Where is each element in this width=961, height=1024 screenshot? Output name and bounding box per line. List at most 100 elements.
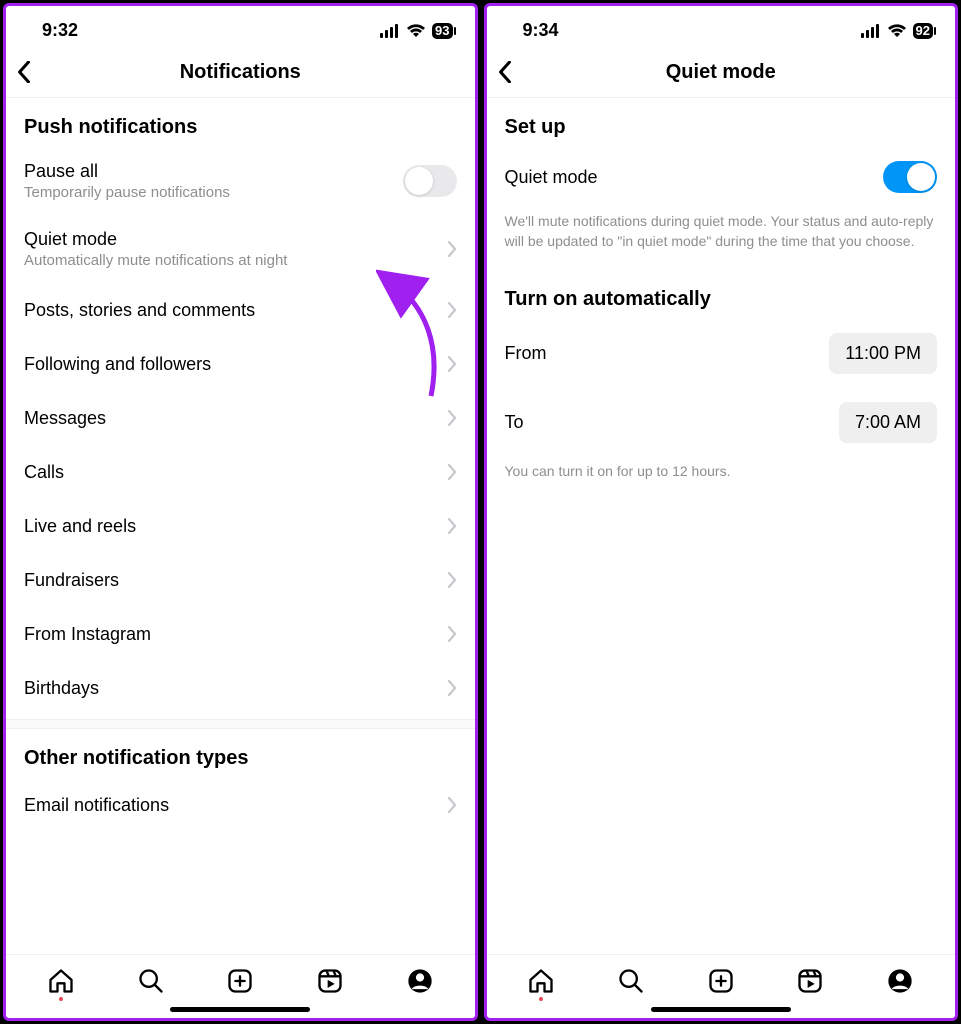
- chevron-left-icon: [16, 61, 32, 83]
- new-post-icon: [707, 967, 735, 995]
- search-icon: [137, 967, 165, 995]
- row-to: To 7:00 AM: [487, 388, 956, 457]
- chevron-right-icon: [447, 680, 457, 696]
- quiet-mode-label: Quiet mode: [24, 229, 447, 250]
- row-quiet-mode-toggle[interactable]: Quiet mode: [487, 147, 956, 207]
- chevron-right-icon: [447, 241, 457, 257]
- tab-home[interactable]: [16, 967, 106, 995]
- quiet-mode-label: Quiet mode: [505, 167, 884, 188]
- notification-dot-icon: [59, 997, 63, 1001]
- page-title: Notifications: [6, 61, 475, 84]
- status-bar: 9:34 92: [487, 6, 956, 47]
- from-label: From: [505, 343, 830, 364]
- page-title: Quiet mode: [487, 61, 956, 84]
- chevron-right-icon: [447, 626, 457, 642]
- pause-all-sub: Temporarily pause notifications: [24, 184, 403, 201]
- row-label: Posts, stories and comments: [24, 300, 447, 321]
- reels-icon: [796, 967, 824, 995]
- cellular-icon: [861, 24, 881, 38]
- chevron-right-icon: [447, 356, 457, 372]
- row-label: Messages: [24, 408, 447, 429]
- notifications-content: Push notifications Pause all Temporarily…: [6, 98, 475, 954]
- chevron-left-icon: [497, 61, 513, 83]
- quiet-mode-content: Set up Quiet mode We'll mute notificatio…: [487, 98, 956, 954]
- row-label: Following and followers: [24, 354, 447, 375]
- battery-icon: 92: [913, 23, 933, 39]
- home-indicator: [170, 1007, 310, 1012]
- row-posts-stories-comments[interactable]: Posts, stories and comments: [6, 283, 475, 337]
- row-pause-all[interactable]: Pause all Temporarily pause notification…: [6, 147, 475, 215]
- row-from-instagram[interactable]: From Instagram: [6, 607, 475, 661]
- setup-title: Set up: [487, 98, 956, 147]
- row-label: Fundraisers: [24, 570, 447, 591]
- nav-header: Quiet mode: [487, 47, 956, 98]
- quiet-mode-toggle[interactable]: [883, 161, 937, 193]
- wifi-icon: [887, 24, 907, 38]
- tab-search[interactable]: [106, 967, 196, 995]
- battery-icon: 93: [432, 23, 452, 39]
- row-live-reels[interactable]: Live and reels: [6, 499, 475, 553]
- status-indicators: 92: [861, 23, 933, 39]
- tab-profile[interactable]: [375, 967, 465, 995]
- section-other-title: Other notification types: [6, 729, 475, 778]
- chevron-right-icon: [447, 464, 457, 480]
- row-label: Live and reels: [24, 516, 447, 537]
- row-following-followers[interactable]: Following and followers: [6, 337, 475, 391]
- pause-all-toggle[interactable]: [403, 165, 457, 197]
- notification-dot-icon: [539, 997, 543, 1001]
- home-icon: [527, 967, 555, 995]
- to-label: To: [505, 412, 839, 433]
- reels-icon: [316, 967, 344, 995]
- back-button[interactable]: [497, 61, 531, 83]
- row-label: Calls: [24, 462, 447, 483]
- row-email-notifications[interactable]: Email notifications: [6, 778, 475, 832]
- phone-right-quiet-mode: 9:34 92 Quiet mode Set up Quiet mode We'…: [484, 3, 959, 1021]
- row-label: Email notifications: [24, 795, 447, 816]
- tab-new-post[interactable]: [676, 967, 766, 995]
- tab-search[interactable]: [586, 967, 676, 995]
- back-button[interactable]: [16, 61, 50, 83]
- tab-reels[interactable]: [285, 967, 375, 995]
- pause-all-label: Pause all: [24, 161, 403, 182]
- auto-title: Turn on automatically: [487, 262, 956, 319]
- row-messages[interactable]: Messages: [6, 391, 475, 445]
- status-time: 9:32: [42, 20, 78, 41]
- status-bar: 9:32 93: [6, 6, 475, 47]
- row-label: Birthdays: [24, 678, 447, 699]
- home-indicator: [651, 1007, 791, 1012]
- nav-header: Notifications: [6, 47, 475, 98]
- row-birthdays[interactable]: Birthdays: [6, 661, 475, 715]
- status-time: 9:34: [523, 20, 559, 41]
- row-calls[interactable]: Calls: [6, 445, 475, 499]
- profile-icon: [886, 967, 914, 995]
- section-divider: [6, 719, 475, 729]
- quiet-mode-description: We'll mute notifications during quiet mo…: [487, 207, 956, 262]
- chevron-right-icon: [447, 410, 457, 426]
- limit-note: You can turn it on for up to 12 hours.: [487, 457, 956, 491]
- home-icon: [47, 967, 75, 995]
- chevron-right-icon: [447, 518, 457, 534]
- wifi-icon: [406, 24, 426, 38]
- tab-new-post[interactable]: [195, 967, 285, 995]
- cellular-icon: [380, 24, 400, 38]
- tab-bar: [487, 954, 956, 999]
- chevron-right-icon: [447, 572, 457, 588]
- row-label: From Instagram: [24, 624, 447, 645]
- to-time-picker[interactable]: 7:00 AM: [839, 402, 937, 443]
- row-from: From 11:00 PM: [487, 319, 956, 388]
- quiet-mode-sub: Automatically mute notifications at nigh…: [24, 252, 447, 269]
- tab-bar: [6, 954, 475, 999]
- from-time-picker[interactable]: 11:00 PM: [829, 333, 937, 374]
- phone-left-notifications: 9:32 93 Notifications Push notifications…: [3, 3, 478, 1021]
- search-icon: [617, 967, 645, 995]
- tab-home[interactable]: [497, 967, 587, 995]
- tab-profile[interactable]: [855, 967, 945, 995]
- tab-reels[interactable]: [766, 967, 856, 995]
- row-fundraisers[interactable]: Fundraisers: [6, 553, 475, 607]
- chevron-right-icon: [447, 302, 457, 318]
- profile-icon: [406, 967, 434, 995]
- section-push-title: Push notifications: [6, 98, 475, 147]
- row-quiet-mode[interactable]: Quiet mode Automatically mute notificati…: [6, 215, 475, 283]
- new-post-icon: [226, 967, 254, 995]
- chevron-right-icon: [447, 797, 457, 813]
